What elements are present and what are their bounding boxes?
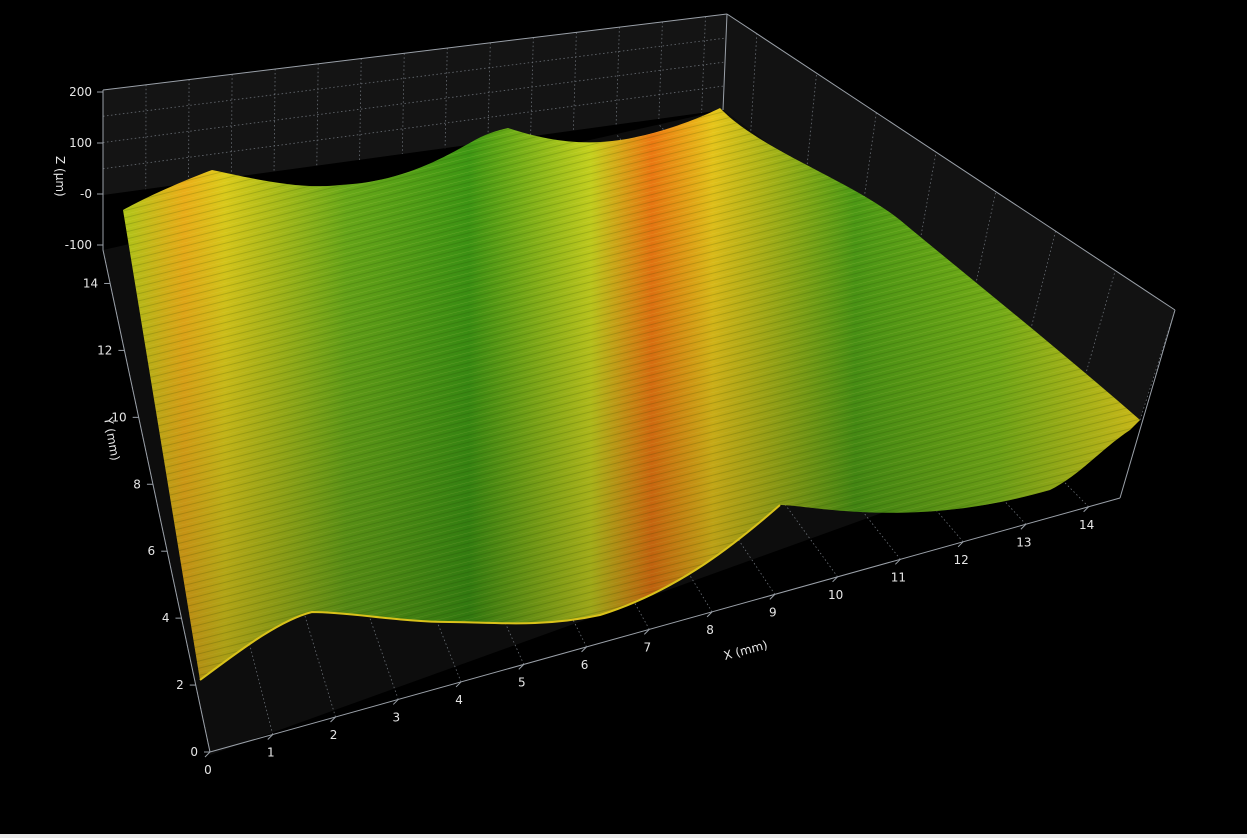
x-tick-label: 13	[1016, 535, 1031, 549]
y-tick-label: 6	[148, 544, 156, 558]
y-tick-label: 0	[190, 745, 198, 759]
y-tick-label: 12	[97, 343, 112, 357]
x-tick-label: 4	[455, 693, 463, 707]
y-tick-label: 14	[83, 276, 98, 290]
x-axis-title: X (mm)	[722, 638, 769, 663]
x-tick-label: 7	[643, 640, 651, 654]
y-tick-label: 8	[133, 477, 141, 491]
z-tick-label: -0	[80, 187, 92, 201]
z-tick-label: 200	[69, 85, 92, 99]
x-tick-label: 14	[1079, 518, 1094, 532]
x-tick-label: 0	[204, 763, 212, 777]
x-tick-label: 9	[769, 605, 777, 619]
x-tick-label: 3	[392, 710, 400, 724]
x-tick-label: 1	[267, 745, 275, 759]
window-bottom-border	[0, 834, 1247, 838]
z-axis-title: Z (µm)	[53, 156, 67, 197]
y-tick-label: 2	[176, 678, 184, 692]
surface-plot-3d[interactable]: 01234567891011121314 X (mm) 02468101214 …	[0, 0, 1247, 838]
y-tick-label: 4	[162, 611, 170, 625]
x-tick-label: 6	[581, 658, 589, 672]
x-tick-mark	[204, 751, 211, 758]
x-tick-label: 11	[891, 570, 906, 584]
z-tick-label: 100	[69, 136, 92, 150]
x-tick-label: 2	[330, 728, 338, 742]
x-tick-label: 10	[828, 588, 843, 602]
x-tick-label: 8	[706, 623, 714, 637]
x-tick-label: 12	[953, 553, 968, 567]
z-tick-label: -100	[65, 238, 92, 252]
z-axis-ticks: 200 100 -0 -100	[65, 85, 103, 252]
x-tick-label: 5	[518, 675, 526, 689]
